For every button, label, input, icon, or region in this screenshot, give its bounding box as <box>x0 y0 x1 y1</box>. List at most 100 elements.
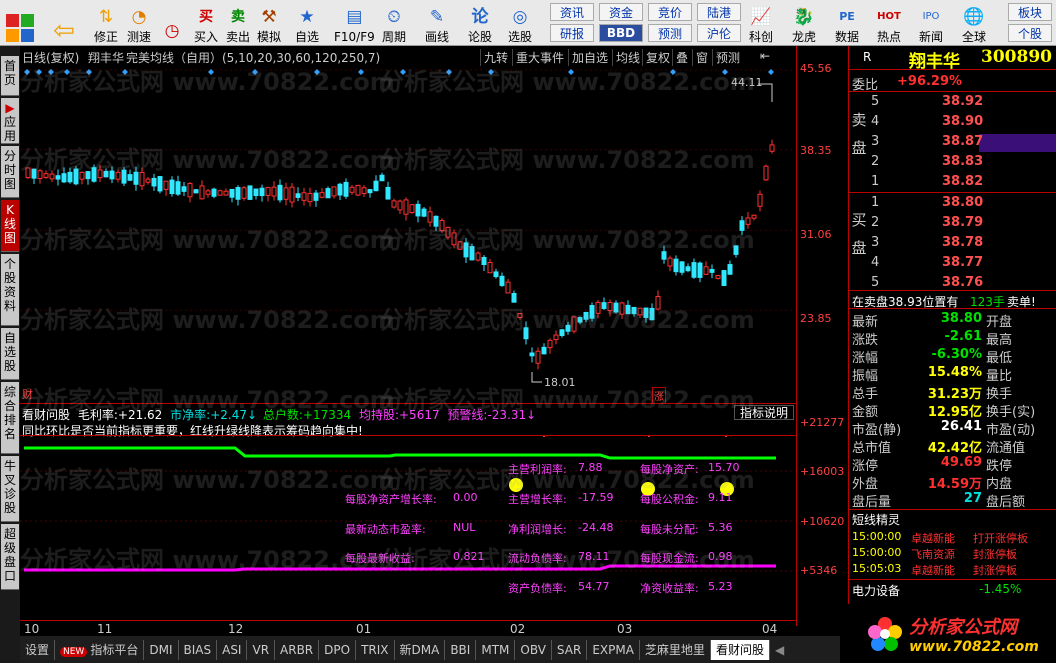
speed-test-button[interactable]: ◔ 测速 <box>127 2 152 45</box>
global-button[interactable]: 🌐 全球 <box>962 2 986 45</box>
sell-row[interactable]: 5 38.92 <box>849 94 1056 112</box>
chart-ma-label[interactable]: 完美均线（自用）(5,10,20,30,60,120,250,7) <box>126 49 380 66</box>
major-events-button[interactable]: 重大事件 <box>512 49 567 66</box>
indicator-panel[interactable]: 主营利润率: 7.88 每股净资产: 15.70 每股净资产增长率: 0.00 主营增… <box>20 435 796 620</box>
data-button[interactable]: PE 数据 <box>835 2 859 44</box>
candle <box>109 170 115 180</box>
candle <box>769 144 775 152</box>
sell-row[interactable]: 3 38.87 <box>849 134 1056 152</box>
hammer-icon: ⚒ <box>261 7 277 27</box>
news-button[interactable]: IPO 新闻 <box>919 2 943 44</box>
simulate-button[interactable]: ⚒ 模拟 <box>257 2 281 45</box>
kline-chart[interactable]: 44.11 18.01 财 涨 <box>20 66 796 404</box>
tab-home[interactable]: 首页 <box>1 56 19 96</box>
candle <box>649 307 655 321</box>
stock-small-button[interactable]: 个股 <box>1008 24 1052 42</box>
tab-ranking[interactable]: 综合排名 <box>1 382 19 454</box>
candle <box>559 329 565 336</box>
stat-label: 盘后量 <box>852 495 892 510</box>
ma-button[interactable]: 均线 <box>612 49 643 66</box>
tab-trix[interactable]: TRIX <box>356 639 395 660</box>
tab-bbi[interactable]: BBI <box>445 639 477 660</box>
auction-small-button[interactable]: 竞价 <box>648 3 692 21</box>
sector-row[interactable]: 电力设备 -1.45% <box>849 579 1056 598</box>
draw-button[interactable]: ✎ 画线 <box>425 2 449 45</box>
chart-period[interactable]: 日线(复权) <box>22 49 79 66</box>
finance-marker[interactable]: 财 <box>22 386 33 402</box>
candle <box>199 185 205 200</box>
sell-button[interactable]: 卖卖出 <box>226 2 250 44</box>
tab-zhimali[interactable]: 芝麻里地里 <box>640 639 711 660</box>
forecast-button[interactable]: 预测 <box>712 49 743 66</box>
buy-row[interactable]: 3 38.78 <box>849 235 1056 253</box>
pick-stock-button[interactable]: ◎ 选股 <box>508 2 532 45</box>
sell-row[interactable]: 1 38.82 <box>849 174 1056 192</box>
tab-dpo[interactable]: DPO <box>319 639 357 660</box>
buy-button[interactable]: 买买入 <box>194 2 218 44</box>
tab-arbr[interactable]: ARBR <box>275 639 320 660</box>
alert-row[interactable]: 15:05:03 卓越新能 封涨停板 <box>849 562 1056 580</box>
limit-up-marker[interactable]: 涨 <box>652 387 666 404</box>
period-button[interactable]: ⏲ 周期 <box>382 2 406 45</box>
stat-value: 26.41 <box>940 419 982 434</box>
shanghai-london-small-button[interactable]: 沪伦 <box>697 24 741 42</box>
tab-obv[interactable]: OBV <box>515 639 552 660</box>
star-market-button[interactable]: 📈 科创 <box>749 2 773 45</box>
nine-turn-button[interactable]: 九转 <box>480 49 511 66</box>
bbd-small-button[interactable]: BBD <box>599 24 643 42</box>
buy-row[interactable]: 4 38.77 <box>849 255 1056 273</box>
scroll-left-icon[interactable]: ◀ <box>770 640 789 660</box>
indicator-name[interactable]: 看财问股 <box>22 408 70 422</box>
news-small-button[interactable]: 资讯 <box>550 3 594 21</box>
tab-apps[interactable]: ▶应用 <box>1 98 19 144</box>
clock-button[interactable]: ◷ <box>160 2 184 44</box>
speed-test-label: 测速 <box>127 30 152 44</box>
tab-dmi[interactable]: DMI <box>144 639 179 660</box>
tab-expma[interactable]: EXPMA <box>587 639 640 660</box>
stat-value: 42.42亿 <box>927 441 982 456</box>
tab-timeshare[interactable]: 分时图 <box>1 146 19 198</box>
collapse-icon[interactable]: ⇤ <box>760 49 770 63</box>
indicator-explain-button[interactable]: 指标说明 <box>734 405 794 420</box>
sell-row[interactable]: 2 38.83 <box>849 154 1056 172</box>
event-marker-icon <box>488 69 494 75</box>
f10-button[interactable]: ▤ F10/F9 <box>334 2 375 45</box>
tab-settings[interactable]: 设置 <box>20 639 56 660</box>
window-button[interactable]: 窗 <box>692 49 711 66</box>
sector-small-button[interactable]: 板块 <box>1008 3 1052 21</box>
pb-value: +2.47↓ <box>210 408 258 422</box>
modify-button[interactable]: ⇅ 修正 <box>94 2 118 45</box>
dragon-tiger-button[interactable]: 🐉 龙虎 <box>792 2 816 45</box>
research-small-button[interactable]: 研报 <box>550 24 594 42</box>
overlay-button[interactable]: 叠 <box>672 49 691 66</box>
tab-vr[interactable]: VR <box>247 639 276 660</box>
tab-bias[interactable]: BIAS <box>179 639 218 660</box>
tab-kline[interactable]: K线图 <box>1 200 19 252</box>
buy-row[interactable]: 2 38.79 <box>849 215 1056 233</box>
tab-asi[interactable]: ASI <box>217 639 248 660</box>
fund-small-button[interactable]: 资金 <box>599 3 643 21</box>
hotspot-button[interactable]: HOT 热点 <box>877 2 901 44</box>
tab-sar[interactable]: SAR <box>552 639 588 660</box>
discuss-button[interactable]: 论论股 <box>468 2 492 45</box>
back-button[interactable]: ⇦ <box>52 2 76 44</box>
tab-super-orderbook[interactable]: 超级盘口 <box>1 524 19 590</box>
add-watchlist-button[interactable]: 加自选 <box>568 49 611 66</box>
stat-value: 27 <box>963 491 982 506</box>
hk-connect-small-button[interactable]: 陆港 <box>697 3 741 21</box>
grid-icon[interactable] <box>6 4 34 42</box>
sell-row[interactable]: 4 38.90 <box>849 114 1056 132</box>
candle <box>505 281 511 294</box>
tab-indicator-platform[interactable]: NEW 指标平台 <box>55 639 145 660</box>
tab-new-dma[interactable]: 新DMA <box>395 639 446 660</box>
watchlist-button[interactable]: ★ 自选 <box>295 2 319 45</box>
avg-hold-label: 均持股: <box>358 408 399 422</box>
buy-row[interactable]: 1 38.80 <box>849 195 1056 213</box>
adjust-button[interactable]: 复权 <box>642 49 673 66</box>
tab-mtm[interactable]: MTM <box>476 639 516 660</box>
tab-stock-info[interactable]: 个股资料 <box>1 254 19 326</box>
tab-diagnosis[interactable]: 牛叉诊股 <box>1 456 19 522</box>
tab-kancaiwengu[interactable]: 看财问股 <box>710 639 770 660</box>
forecast-small-button[interactable]: 预测 <box>648 24 692 42</box>
tab-watchlist[interactable]: 自选股 <box>1 328 19 380</box>
